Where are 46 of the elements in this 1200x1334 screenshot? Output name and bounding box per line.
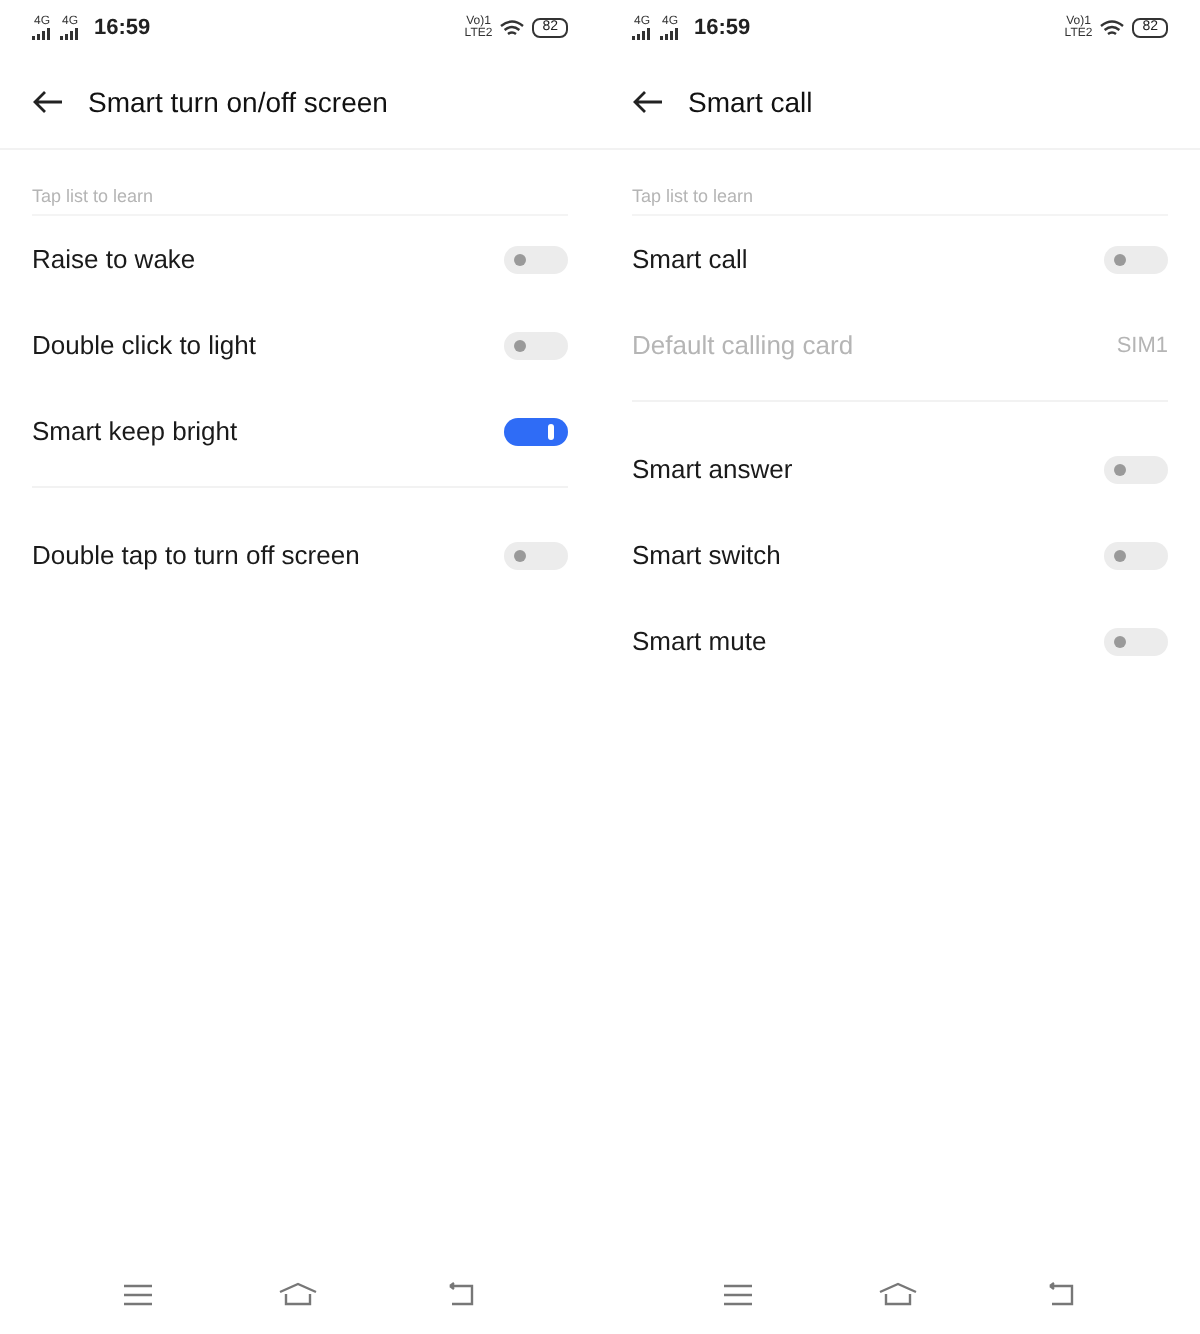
- section-hint: Tap list to learn: [32, 186, 568, 216]
- setting-label: Smart mute: [632, 626, 767, 656]
- toggle-switch[interactable]: [1104, 627, 1168, 655]
- toggle-switch[interactable]: [1104, 541, 1168, 569]
- status-time: 16:59: [694, 16, 751, 40]
- signal-icon: [660, 28, 680, 40]
- signal-icon: [60, 28, 80, 40]
- toggle-switch[interactable]: [1104, 455, 1168, 483]
- page-title: Smart turn on/off screen: [88, 86, 388, 118]
- settings-row[interactable]: Smart answer: [600, 426, 1200, 512]
- setting-label: Smart keep bright: [32, 416, 238, 446]
- menu-icon[interactable]: [723, 1283, 752, 1305]
- settings-row[interactable]: Smart call: [600, 216, 1200, 302]
- setting-label: Smart switch: [632, 540, 781, 570]
- toggle-switch[interactable]: [504, 417, 568, 445]
- signal-icon: [32, 28, 52, 40]
- wifi-icon: [1100, 19, 1125, 37]
- setting-label: Smart answer: [632, 454, 793, 484]
- toggle-switch[interactable]: [1104, 245, 1168, 273]
- settings-row[interactable]: Smart switch: [600, 512, 1200, 598]
- settings-row[interactable]: Double tap to turn off screen: [0, 512, 600, 598]
- status-time: 16:59: [94, 16, 151, 40]
- back-icon[interactable]: [444, 1282, 477, 1306]
- toggle-switch[interactable]: [504, 541, 568, 569]
- settings-row[interactable]: Smart mute: [600, 598, 1200, 684]
- setting-label: Double tap to turn off screen: [32, 540, 360, 570]
- back-arrow-icon[interactable]: [632, 90, 664, 114]
- back-icon[interactable]: [1044, 1282, 1077, 1306]
- setting-value: SIM1: [1116, 333, 1168, 357]
- section-hint: Tap list to learn: [632, 186, 1168, 216]
- setting-label: Raise to wake: [32, 244, 196, 274]
- home-icon[interactable]: [877, 1282, 918, 1306]
- toggle-switch[interactable]: [504, 245, 568, 273]
- wifi-icon: [500, 19, 525, 37]
- settings-row[interactable]: Raise to wake: [0, 216, 600, 302]
- settings-row[interactable]: Double click to light: [0, 302, 600, 388]
- menu-icon[interactable]: [123, 1283, 152, 1305]
- setting-label: Smart call: [632, 244, 748, 274]
- settings-row[interactable]: Smart keep bright: [0, 388, 600, 474]
- toggle-switch[interactable]: [504, 331, 568, 359]
- setting-label: Double click to light: [32, 330, 256, 360]
- setting-label: Default calling card: [632, 330, 854, 360]
- page-title: Smart call: [688, 86, 813, 118]
- home-icon[interactable]: [277, 1282, 318, 1306]
- back-arrow-icon[interactable]: [32, 90, 64, 114]
- signal-icon: [632, 28, 652, 40]
